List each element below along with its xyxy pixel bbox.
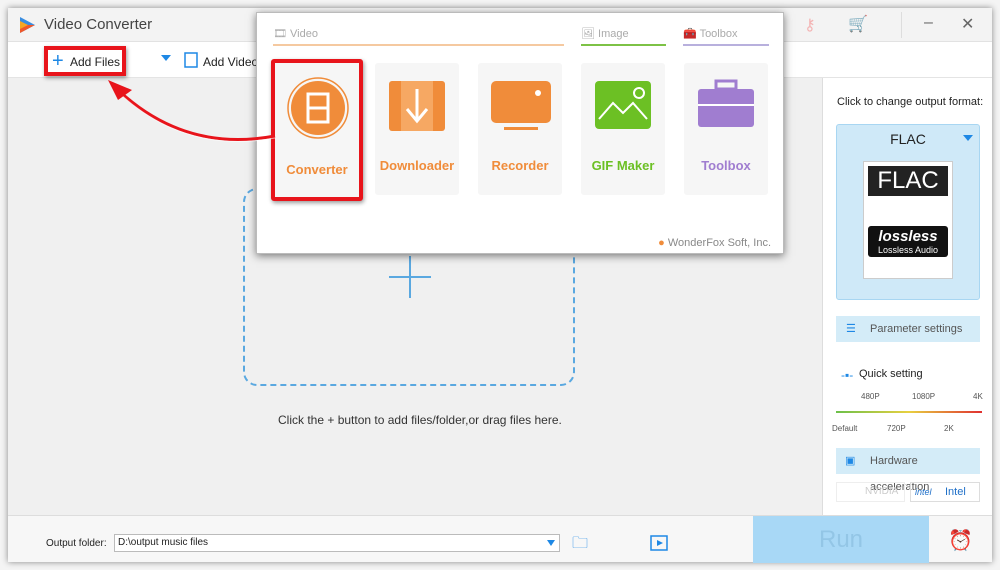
cart-icon[interactable]: 🛒 bbox=[848, 14, 868, 34]
section-label: Image bbox=[598, 28, 629, 40]
wonderfox-credit: ● WonderFox Soft, Inc. bbox=[658, 237, 771, 249]
parameter-settings-label: Parameter settings bbox=[870, 323, 963, 335]
intel-button[interactable]: intel Intel bbox=[910, 482, 980, 502]
run-label: Run bbox=[818, 526, 864, 553]
flac-badge: FLAC lossless Lossless Audio bbox=[863, 161, 953, 279]
section-image: 🖼 Image bbox=[581, 27, 666, 46]
chip-icon: ▣ bbox=[845, 455, 856, 467]
key-icon[interactable]: ⚷ bbox=[804, 15, 816, 35]
tile-downloader[interactable]: Downloader bbox=[375, 63, 459, 195]
tick-720p: 720P bbox=[887, 424, 906, 433]
sliders-icon: ☰ bbox=[846, 323, 856, 335]
plus-icon: + bbox=[52, 50, 64, 72]
section-video: 🎞 Video bbox=[273, 27, 564, 46]
section-toolbox: 🧰 Toolbox bbox=[683, 27, 769, 46]
image-icon: 🖼 bbox=[581, 28, 599, 40]
quick-setting-label: Quick setting bbox=[859, 368, 923, 380]
add-files-label: Add Files bbox=[70, 55, 121, 69]
intel-label: Intel bbox=[945, 486, 966, 498]
tick-1080p: 1080P bbox=[912, 392, 936, 401]
image-mountain-icon bbox=[595, 81, 651, 129]
close-button[interactable]: ✕ bbox=[961, 14, 974, 34]
nvidia-label: NVIDIA bbox=[865, 486, 899, 497]
nvidia-button[interactable]: NVIDIA bbox=[836, 482, 905, 502]
section-label: Video bbox=[290, 28, 318, 40]
drop-hint: Click the + button to add files/folder,o… bbox=[278, 413, 562, 427]
output-panel: Click to change output format: FLAC FLAC… bbox=[822, 78, 992, 515]
dropdown-arrow-icon[interactable] bbox=[161, 55, 171, 66]
quick-setting-icon: -▪- bbox=[841, 368, 854, 382]
tile-label: Toolbox bbox=[701, 158, 751, 173]
open-folder-icon[interactable]: 🗀 bbox=[572, 532, 588, 559]
tile-label: Downloader bbox=[379, 158, 455, 173]
app-title: Video Converter bbox=[44, 16, 153, 33]
hardware-acceleration-button[interactable]: ▣ Hardware acceleration bbox=[836, 448, 980, 493]
format-caption: Click to change output format: bbox=[837, 96, 984, 108]
format-name: FLAC bbox=[890, 131, 926, 147]
app-logo-icon bbox=[20, 17, 35, 33]
tile-label: GIF Maker bbox=[591, 158, 655, 173]
video-icon: 🎞 bbox=[273, 28, 291, 40]
divider bbox=[901, 12, 902, 38]
wonderfox-logo-icon: ● bbox=[658, 237, 665, 249]
tile-converter[interactable]: Converter bbox=[271, 59, 363, 201]
download-film-icon bbox=[389, 81, 445, 131]
tick-4k: 4K bbox=[973, 392, 983, 401]
intel-logo-icon: intel bbox=[915, 487, 932, 497]
badge-title: FLAC bbox=[868, 166, 948, 196]
tile-recorder[interactable]: Recorder bbox=[478, 63, 562, 195]
toolbox-icon: 🧰 bbox=[683, 28, 700, 40]
quality-slider[interactable] bbox=[836, 411, 982, 413]
tick-default: Default bbox=[832, 424, 858, 433]
tick-480p: 480P bbox=[861, 392, 880, 401]
minimize-button[interactable]: – bbox=[924, 14, 933, 32]
run-button[interactable]: Run bbox=[753, 516, 929, 563]
toolbox-icon bbox=[698, 79, 754, 127]
video-folder-icon[interactable] bbox=[650, 534, 668, 552]
add-video-folder-icon bbox=[184, 52, 198, 68]
tile-gif-maker[interactable]: GIF Maker bbox=[581, 63, 665, 195]
badge-sub: Lossless Audio bbox=[877, 245, 939, 255]
tile-label: Converter bbox=[286, 162, 348, 177]
format-selector[interactable]: FLAC FLAC lossless Lossless Audio bbox=[836, 124, 980, 300]
screen-record-icon bbox=[491, 81, 551, 130]
output-folder-input[interactable]: D:\output music files bbox=[114, 534, 560, 552]
add-files-button[interactable]: + Add Files bbox=[44, 46, 126, 76]
section-label: Toolbox bbox=[699, 28, 738, 40]
film-convert-icon bbox=[287, 77, 349, 139]
bottom-bar: Output folder: D:\output music files 🗀 R… bbox=[8, 515, 992, 563]
output-folder-value: D:\output music files bbox=[118, 537, 209, 548]
chevron-down-icon[interactable] bbox=[547, 540, 555, 550]
app-launcher-popup: 🎞 Video 🖼 Image 🧰 Toolbox Converter Down… bbox=[256, 12, 784, 254]
badge-logo: lossless bbox=[878, 228, 938, 245]
chevron-down-icon bbox=[963, 135, 973, 146]
output-folder-label: Output folder: bbox=[46, 538, 107, 549]
tile-toolbox[interactable]: Toolbox bbox=[684, 63, 768, 195]
tile-label: Recorder bbox=[491, 158, 549, 173]
alarm-clock-icon[interactable]: ⏰ bbox=[948, 528, 973, 553]
parameter-settings-button[interactable]: ☰ Parameter settings bbox=[836, 316, 980, 342]
tick-2k: 2K bbox=[944, 424, 954, 433]
add-video-button[interactable]: Add Video bbox=[203, 55, 258, 69]
credit-text: WonderFox Soft, Inc. bbox=[667, 237, 771, 249]
